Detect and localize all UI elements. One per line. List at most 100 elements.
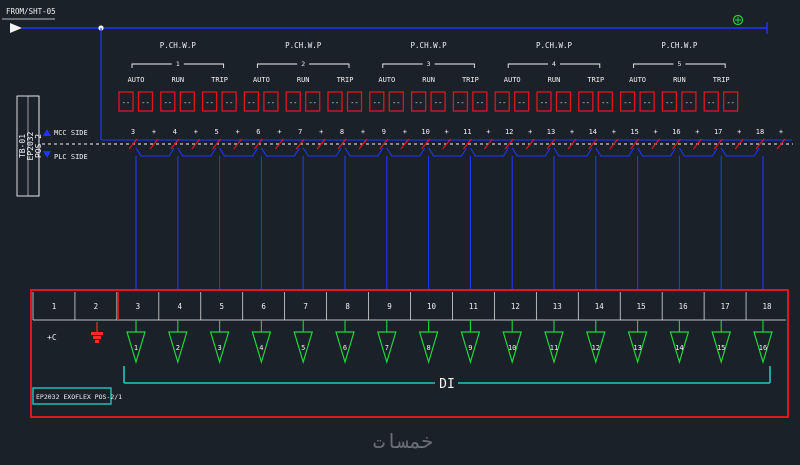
di-input-number: 11 [550,344,558,352]
status-box-text: -- [707,99,715,107]
tb-terminal-number: 11 [463,128,471,136]
watermark-logo: خمسات [373,429,433,453]
status-box-text: -- [373,99,381,107]
tb-terminal-plus: + [695,128,699,136]
tb-terminal-number: 15 [630,128,638,136]
di-input-10: 10 [502,320,523,365]
signal-label-trip: TRIP [337,76,354,84]
di-input-number: 15 [717,344,725,352]
status-box-text: -- [141,99,149,107]
tb-terminal-plus: + [152,128,156,136]
module-terminal-5: 5 [200,292,224,320]
pump-group-2: P.CH.W.P 2 AUTO -- -- RUN -- -- TRIP -- -- [243,41,363,112]
common-plus-label: +C [47,333,57,342]
plc-side-label: PLC SIDE [54,153,88,161]
tb-terminal-plus: + [737,128,741,136]
module-terminal-number: 18 [763,302,773,311]
tb-terminal-6: 6 + [253,128,300,157]
module-terminal-2: 2 [74,292,98,320]
status-box-text: -- [350,99,358,107]
di-input-16: 16 [753,320,773,365]
tb-terminal-14: 14 + [588,128,635,157]
tb-terminal-16: 16 + [671,128,718,157]
status-box-text: -- [582,99,590,107]
module-terminal-7: 7 [284,292,308,320]
signal-label-auto: AUTO [504,76,521,84]
digital-inputs: 1 2 3 4 5 6 7 8 9 10 11 12 13 14 15 16 [126,320,773,365]
tb-terminal-plus: + [653,128,657,136]
di-input-4: 4 [251,320,272,365]
status-box-text: -- [392,99,400,107]
module-terminal-14: 14 [577,292,605,320]
module-terminal-number: 17 [721,302,730,311]
tb-terminal-7: 7 + [295,128,342,157]
di-input-3: 3 [209,320,230,365]
terminal-jumper [553,147,593,157]
signal-label-run: RUN [673,76,686,84]
pump-number: 3 [427,60,431,68]
pump-group-3: P.CH.W.P 3 AUTO -- -- RUN -- -- TRIP -- -- [369,41,488,112]
tb-terminal-15: 15 + [630,128,677,157]
di-input-12: 12 [585,320,606,365]
field-wires [135,156,764,290]
tb-terminal-plus: + [779,128,783,136]
module-terminal-number: 14 [595,302,605,311]
terminal-jumper [386,147,426,157]
tb-terminal-5: 5 + [212,128,259,157]
status-box-text: -- [665,99,673,107]
di-input-2: 2 [167,320,188,365]
module-terminal-10: 10 [410,292,436,320]
tb-terminal-3: 3 + [128,128,175,157]
module-terminal-number: 6 [261,302,266,311]
di-input-15: 15 [711,320,732,365]
di-module: 1 2 3 4 5 6 7 8 9 10 11 12 13 14 15 16 17 18 +C 123456789… [30,289,789,418]
status-box-text: -- [540,99,548,107]
status-box-text: -- [517,99,525,107]
plc-side-arrow-icon [43,151,51,158]
tb-terminal-number: 14 [589,128,597,136]
module-terminal-number: 7 [303,302,308,311]
pump-number: 4 [552,60,556,68]
terminal-jumper [344,147,384,157]
module-terminal-6: 6 [242,292,266,320]
tb-terminal-number: 16 [672,128,680,136]
tb-terminal-number: 9 [382,128,386,136]
module-terminal-number: 15 [637,302,646,311]
di-input-number: 8 [426,344,430,352]
pump-title: P.CH.W.P [661,41,698,50]
terminal-jumper [135,147,175,157]
status-box-text: -- [331,99,339,107]
di-input-11: 11 [544,320,564,365]
terminal-jumper [469,147,509,157]
terminal-jumper [177,147,217,157]
module-terminal-number: 3 [136,302,141,311]
status-box-text: -- [498,99,506,107]
tb-terminal-4: 4 + [170,128,217,157]
di-module-frame [30,289,789,418]
signal-label-run: RUN [548,76,561,84]
module-terminal-12: 12 [494,292,520,320]
tb-terminal-plus: + [277,128,281,136]
tb-terminal-plus: + [612,128,616,136]
tb-terminal-11: 11 + [462,128,509,157]
di-input-6: 6 [335,320,355,365]
tb-terminal-plus: + [194,128,198,136]
tb-terminal-plus: + [570,128,574,136]
tb-terminal-number: 10 [421,128,429,136]
terminal-jumper [428,147,468,157]
mcc-side-label: MCC SIDE [54,129,88,137]
tb-terminals: 3 +4 +5 +6 +7 +8 +9 +10 +11 +12 +13 +14 +15 +16 +17 +18… [128,128,786,157]
di-input-number: 4 [259,344,263,352]
tb-terminal-plus: + [361,128,365,136]
module-terminal-16: 16 [661,292,688,320]
pump-group-1: P.CH.W.P 1 AUTO -- -- RUN -- -- TRIP -- -- [118,41,237,112]
status-box-text: -- [122,99,130,107]
ground-icon [91,322,103,343]
signal-label-auto: AUTO [253,76,270,84]
tb-terminal-plus: + [444,128,448,136]
status-box-text: -- [414,99,422,107]
terminal-jumper [511,147,551,157]
di-input-9: 9 [460,320,481,365]
status-box-text: -- [308,99,316,107]
di-group-bracket: DI [123,366,771,392]
